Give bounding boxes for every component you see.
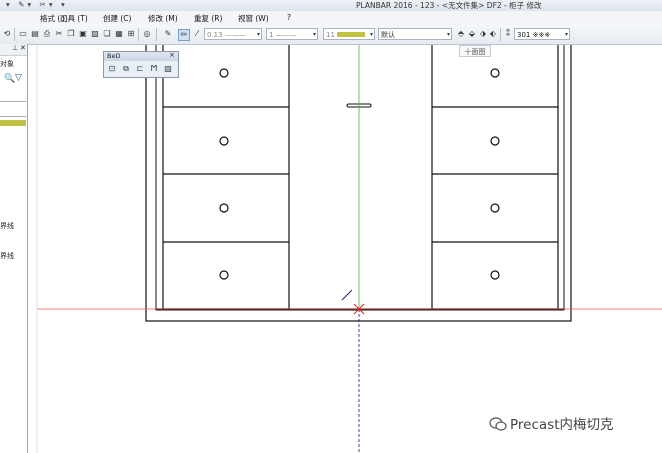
layer-select[interactable]: 默认 ▾ xyxy=(378,28,452,40)
select-tool-icon[interactable]: ⊡ xyxy=(107,64,117,74)
hatch-pattern: ※※※ xyxy=(532,31,551,39)
paste-icon[interactable]: ▣ xyxy=(78,29,88,39)
close-icon[interactable]: × xyxy=(169,51,175,59)
line-type-select[interactable]: 1 ——— ▾ xyxy=(266,28,318,40)
cut-icon[interactable]: ✂ xyxy=(54,29,64,39)
menu-repeat[interactable]: 重复 (R) xyxy=(194,13,222,24)
layers-icon[interactable]: ❏ xyxy=(102,29,112,39)
pen-thickness-value: 0.13 xyxy=(207,31,223,39)
print-icon[interactable]: ⎙ xyxy=(42,29,52,39)
menu-create[interactable]: 创建 (C) xyxy=(103,13,131,24)
line-type-value: 1 xyxy=(269,31,274,39)
side-panel: ⊥ ✕ 对象 🔍 ▽ 界线 界线 xyxy=(0,44,28,453)
layer-print-icon[interactable]: ⬖ xyxy=(488,29,498,39)
drawer-knob[interactable] xyxy=(490,68,500,78)
color-number: 11 xyxy=(326,31,335,39)
side-panel-header: ⊥ ✕ xyxy=(0,44,27,56)
floating-toolbar-title: BeD xyxy=(107,52,121,60)
color-bar xyxy=(0,120,26,126)
layer-visibility-icon[interactable]: ⬙ xyxy=(467,29,477,39)
menu-bar: 格式 (o) 工具 (T) 创建 (C) 修改 (M) 重复 (R) 视窗 (W… xyxy=(0,11,662,26)
filter-icon[interactable]: ▽ xyxy=(15,73,22,83)
quick-access-toolbar[interactable]: ▾ ✎▾ ✂▾ ▾ xyxy=(6,0,68,9)
chevron-down-icon: ▾ xyxy=(446,31,450,38)
drawer-knob[interactable] xyxy=(219,136,229,146)
cabinet-outer-frame[interactable] xyxy=(145,43,572,322)
edit-mode-icon[interactable]: ✏ xyxy=(178,29,190,41)
right-drawer-column[interactable] xyxy=(431,43,559,310)
side-label-object[interactable]: 对象 xyxy=(0,59,14,69)
menu-help[interactable]: ? xyxy=(287,13,291,22)
copy-tool-icon[interactable]: ⧉ xyxy=(121,64,131,74)
new-file-icon[interactable]: ▭ xyxy=(18,29,28,39)
menu-modify[interactable]: 修改 (M) xyxy=(148,13,178,24)
search-icon[interactable]: 🔍 xyxy=(4,74,15,84)
layer-tools-icon[interactable]: ⬘ xyxy=(456,29,466,39)
menu-window[interactable]: 视窗 (W) xyxy=(238,13,269,24)
divider xyxy=(0,116,26,117)
cabinet-inner-frame[interactable] xyxy=(155,43,565,311)
tooltip: 十面图 xyxy=(459,45,491,57)
pen-thickness-select[interactable]: 0.13 ——— ▾ xyxy=(204,28,262,40)
hatch-tool-icon[interactable]: ▧ xyxy=(163,64,173,74)
scale-icon[interactable]: ⁑ xyxy=(503,29,513,39)
chevron-down-icon: ▾ xyxy=(564,31,568,38)
divider xyxy=(0,101,26,102)
grid-icon[interactable]: ▦ xyxy=(114,29,124,39)
copy-icon[interactable]: ❐ xyxy=(66,29,76,39)
brush-icon[interactable]: ⁄ xyxy=(192,29,202,39)
view-icon[interactable]: ⊞ xyxy=(126,29,136,39)
drawer-knob[interactable] xyxy=(219,270,229,280)
hatch-select[interactable]: 301 ※※※ ▾ xyxy=(514,28,570,40)
chat-logo-icon xyxy=(489,417,507,431)
title-bar: ▾ ✎▾ ✂▾ ▾ PLANBAR 2016 - 123 - <无文件集> DF… xyxy=(0,0,662,11)
side-label-boundary-2[interactable]: 界线 xyxy=(0,251,14,261)
menu-tools[interactable]: 工具 (T) xyxy=(60,13,88,24)
window-title: PLANBAR 2016 - 123 - <无文件集> DF2 - 柜子 修改 xyxy=(356,1,542,10)
drawer-knob[interactable] xyxy=(219,203,229,213)
zoom-icon[interactable]: ◎ xyxy=(142,29,152,39)
pin-icon[interactable]: ⊥ xyxy=(12,44,18,52)
layer-value: 默认 xyxy=(381,31,395,39)
format-toolbar: ⟲ ▭ ▤ ⎙ ✂ ❐ ▣ ▨ ❏ ▦ ⊞ ◎ ✎ ✏ ⁄ 0.13 ——— ▾… xyxy=(0,25,662,45)
watermark-text: Precast内梅切克 xyxy=(510,417,614,433)
watermark: Precast内梅切克 xyxy=(489,413,614,433)
undo-icon[interactable]: ⟲ xyxy=(2,29,12,39)
floating-toolbar[interactable]: BeD × ⊡ ⧉ ⊏ Ϻ ▧ xyxy=(103,51,179,78)
chevron-down-icon: ▾ xyxy=(256,31,260,38)
pen-settings-icon[interactable]: ✎ xyxy=(163,29,173,39)
chevron-down-icon: ▾ xyxy=(312,31,316,38)
drawing-canvas[interactable] xyxy=(0,0,662,453)
drawer-knob[interactable] xyxy=(490,203,500,213)
save-icon[interactable]: ▤ xyxy=(30,29,40,39)
close-icon[interactable]: ✕ xyxy=(20,44,26,52)
drawer-knob[interactable] xyxy=(490,270,500,280)
scale-value: 301 xyxy=(517,31,531,39)
side-label-boundary-1[interactable]: 界线 xyxy=(0,221,14,231)
image-icon[interactable]: ▨ xyxy=(90,29,100,39)
floating-toolbar-header[interactable]: BeD × xyxy=(104,51,178,61)
cursor-pointer xyxy=(341,289,353,301)
measure-tool-icon[interactable]: Ϻ xyxy=(149,64,159,74)
drawer-knob[interactable] xyxy=(219,68,229,78)
color-swatch xyxy=(337,32,365,37)
chevron-down-icon: ▾ xyxy=(369,31,373,38)
layer-lock-icon[interactable]: ⬗ xyxy=(478,29,488,39)
left-drawer-column[interactable] xyxy=(162,43,290,310)
edit-tool-icon[interactable]: ⊏ xyxy=(135,64,145,74)
drawer-knob[interactable] xyxy=(490,136,500,146)
